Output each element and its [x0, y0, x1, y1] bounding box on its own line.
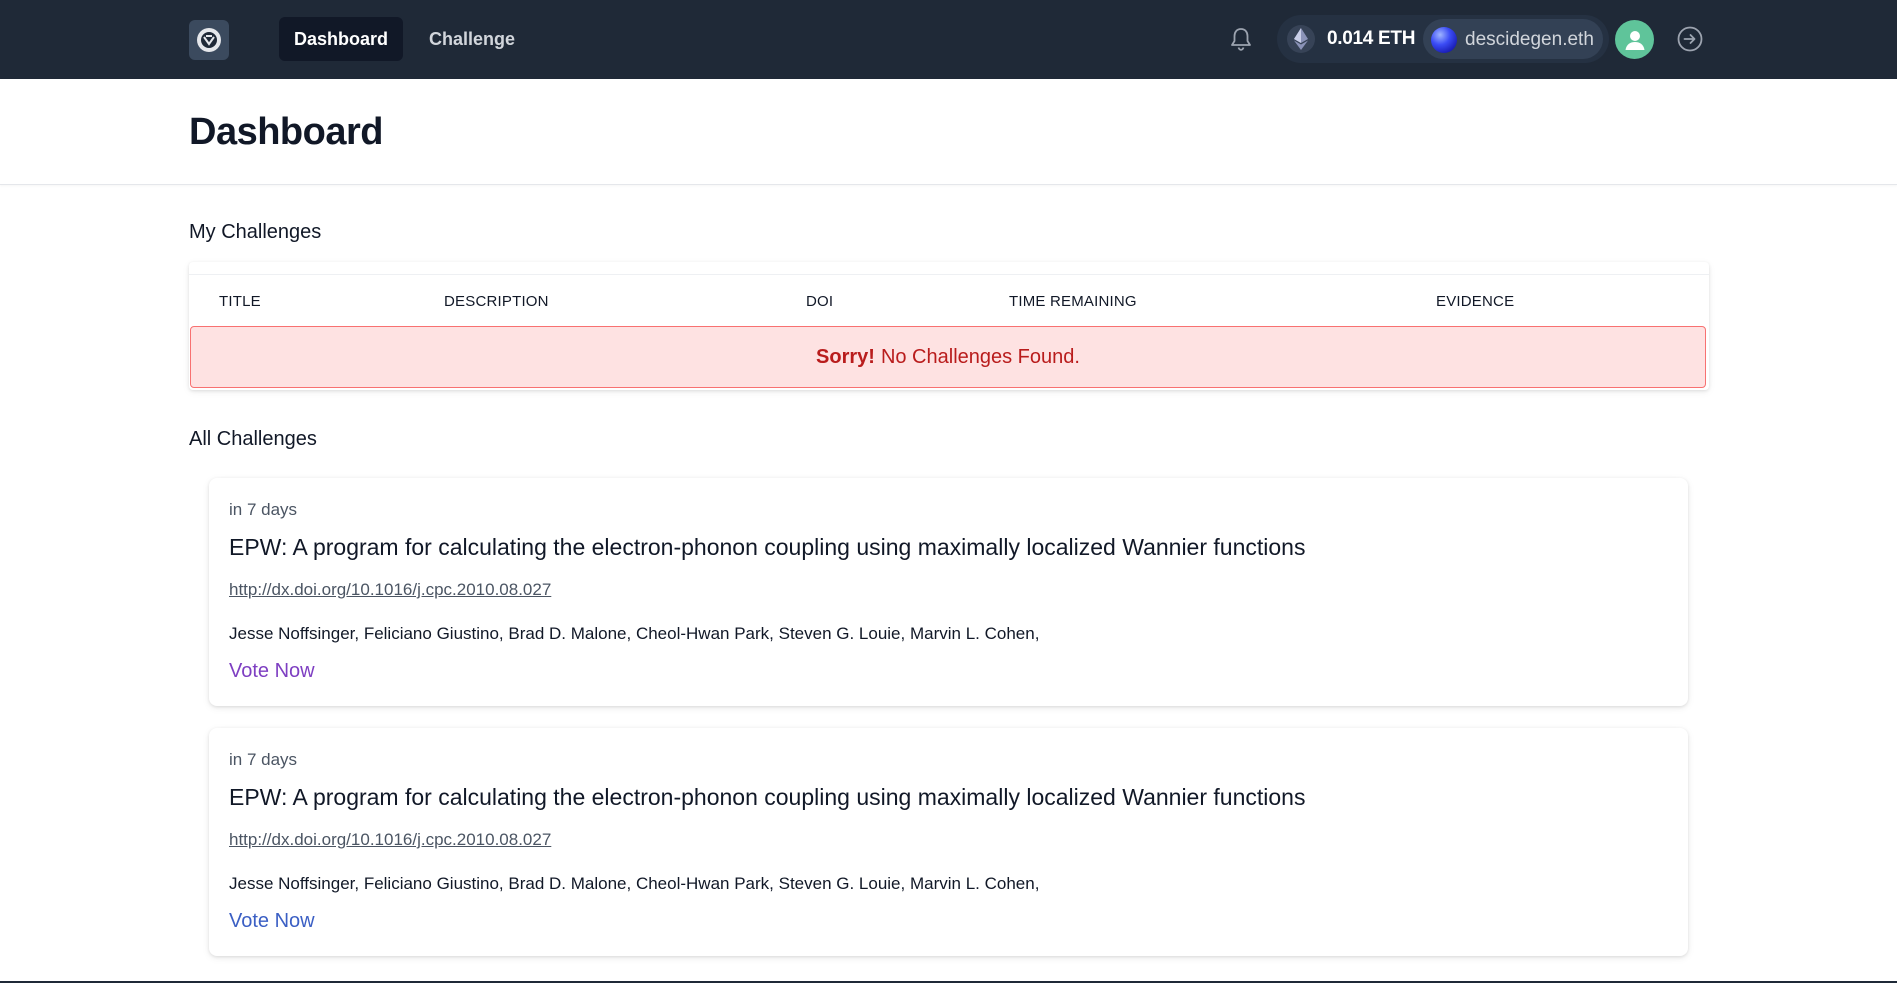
- all-challenges-heading: All Challenges: [189, 428, 317, 450]
- my-challenges-table: TITLE DESCRIPTION DOI TIME REMAINING EVI…: [189, 262, 1709, 390]
- column-header-title: TITLE: [219, 293, 261, 310]
- challenge-time-remaining: in 7 days: [229, 500, 298, 519]
- page-title: Dashboard: [189, 111, 383, 153]
- arrow-right-circle-icon[interactable]: [1675, 24, 1705, 54]
- bell-icon[interactable]: [1227, 25, 1255, 53]
- ens-name: descidegen.eth: [1465, 29, 1594, 50]
- column-header-time-remaining: TIME REMAINING: [1009, 293, 1137, 310]
- nav-tab-dashboard[interactable]: Dashboard: [279, 17, 404, 61]
- wallet-balance: 0.014 ETH: [1327, 28, 1416, 49]
- nav-tab-label: Challenge: [429, 28, 516, 49]
- ethereum-icon: [1287, 25, 1315, 53]
- alert-message: No Challenges Found.: [880, 345, 1080, 368]
- challenge-time-remaining: in 7 days: [229, 750, 298, 769]
- challenge-title: EPW: A program for calculating the elect…: [229, 784, 1306, 810]
- column-header-doi: DOI: [806, 293, 834, 310]
- page-header: Dashboard: [0, 79, 1897, 185]
- challenge-title: EPW: A program for calculating the elect…: [229, 534, 1306, 560]
- challenge-authors: Jesse Noffsinger, Feliciano Giustino, Br…: [229, 874, 1040, 893]
- ens-account-button[interactable]: descidegen.eth: [1423, 19, 1603, 59]
- wallet-pill[interactable]: 0.014 ETH descidegen.eth: [1277, 15, 1609, 63]
- challenge-doi-link[interactable]: http://dx.doi.org/10.1016/j.cpc.2010.08.…: [229, 580, 551, 600]
- challenge-card: in 7 days EPW: A program for calculating…: [209, 728, 1688, 956]
- empty-state-alert: Sorry! No Challenges Found.: [190, 326, 1706, 388]
- challenge-doi-link[interactable]: http://dx.doi.org/10.1016/j.cpc.2010.08.…: [229, 830, 551, 850]
- table-header-row: TITLE DESCRIPTION DOI TIME REMAINING EVI…: [189, 274, 1709, 327]
- top-nav: Dashboard Challenge 0.014 ETH descidegen…: [0, 0, 1897, 79]
- vote-now-button[interactable]: Vote Now: [229, 660, 315, 683]
- app-logo-icon[interactable]: [189, 20, 229, 60]
- nav-tab-challenge[interactable]: Challenge: [414, 17, 530, 61]
- challenge-card: in 7 days EPW: A program for calculating…: [209, 478, 1688, 706]
- challenge-authors: Jesse Noffsinger, Feliciano Giustino, Br…: [229, 624, 1040, 643]
- ens-avatar: [1431, 27, 1457, 53]
- column-header-description: DESCRIPTION: [444, 293, 549, 310]
- alert-strong-text: Sorry!: [816, 345, 875, 368]
- my-challenges-heading: My Challenges: [189, 221, 322, 243]
- column-header-evidence: EVIDENCE: [1436, 293, 1515, 310]
- nav-tab-label: Dashboard: [294, 28, 389, 49]
- vote-now-button[interactable]: Vote Now: [229, 910, 315, 933]
- user-icon[interactable]: [1615, 20, 1654, 59]
